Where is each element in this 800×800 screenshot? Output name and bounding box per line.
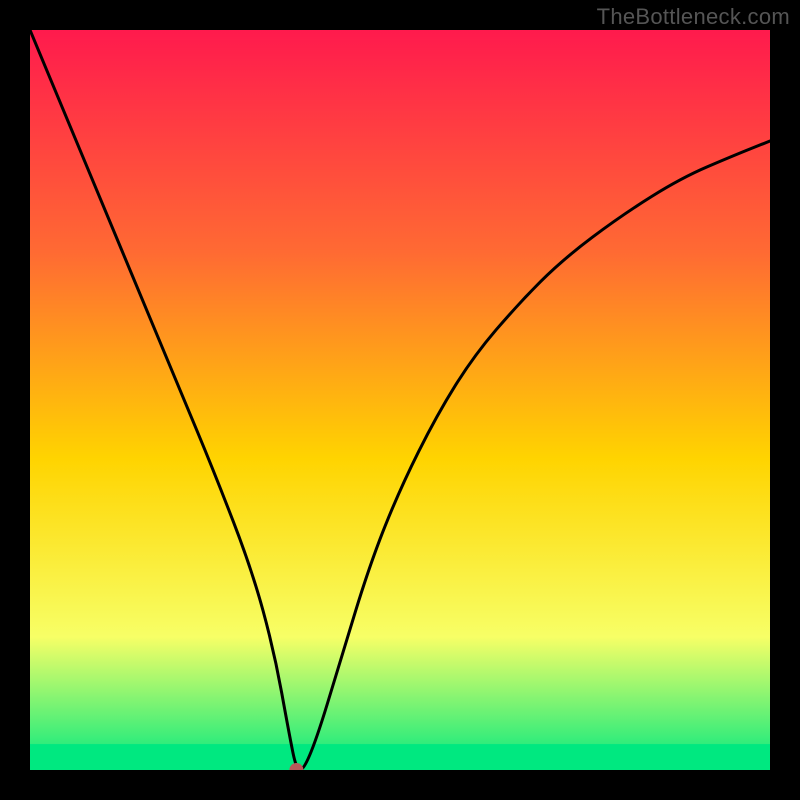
watermark-text: TheBottleneck.com	[597, 4, 790, 30]
green-band	[30, 744, 770, 770]
plot-background	[30, 30, 770, 770]
bottleneck-chart	[0, 0, 800, 800]
chart-frame: TheBottleneck.com	[0, 0, 800, 800]
